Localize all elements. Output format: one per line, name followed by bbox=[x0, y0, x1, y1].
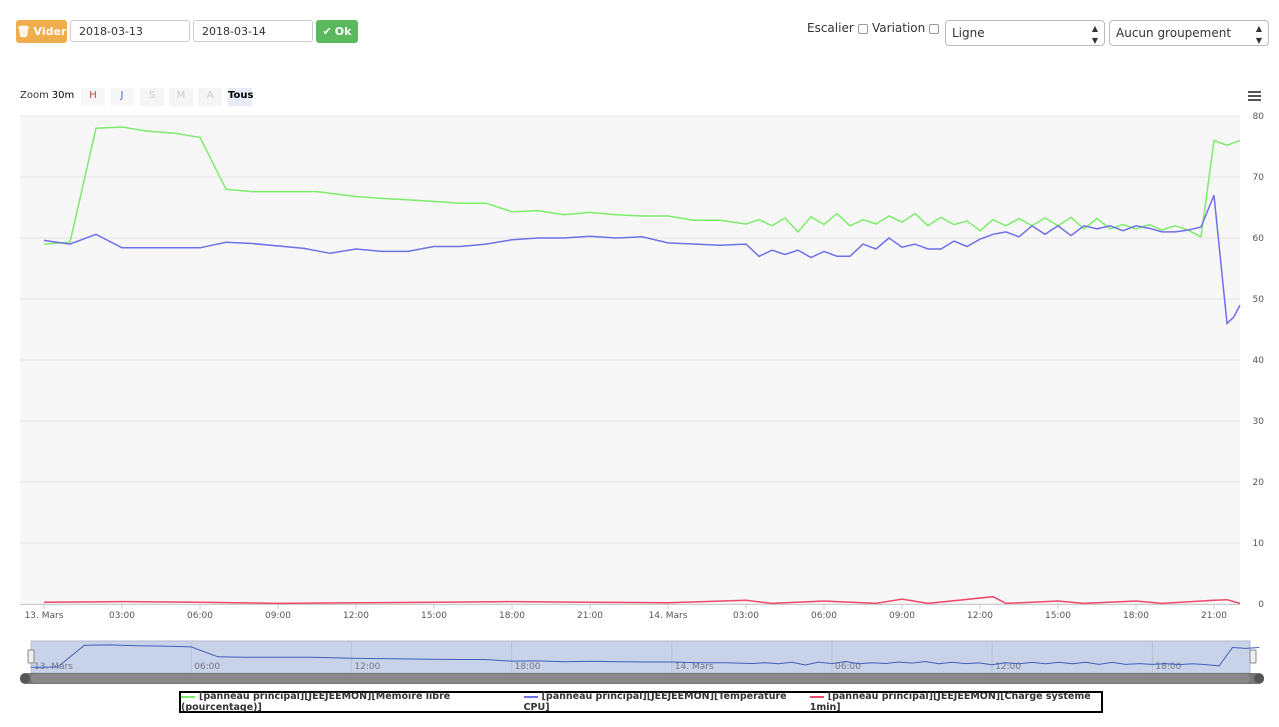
y-tick-label: 0 bbox=[1258, 600, 1264, 610]
x-tick-label: 15:00 bbox=[421, 611, 447, 621]
legend-item[interactable]: [panneau principal][JEEJEEMON][Charge sy… bbox=[809, 691, 1101, 713]
legend-swatch bbox=[523, 695, 538, 698]
legend-item[interactable]: [panneau principal][JEEJEEMON][Températu… bbox=[523, 691, 794, 713]
x-tick-label: 06:00 bbox=[811, 611, 837, 621]
x-tick-label: 14. Mars bbox=[649, 611, 688, 621]
x-tick-label: 13. Mars bbox=[25, 611, 64, 621]
x-tick-label: 18:00 bbox=[499, 611, 525, 621]
legend: [panneau principal][JEEJEEMON][Mémoire l… bbox=[179, 691, 1103, 713]
y-tick-label: 50 bbox=[1253, 295, 1265, 305]
x-tick-label: 15:00 bbox=[1045, 611, 1071, 621]
navigator-label: 06:00 bbox=[194, 662, 220, 672]
x-tick-label: 21:00 bbox=[577, 611, 603, 621]
x-tick-label: 21:00 bbox=[1201, 611, 1227, 621]
navigator-label: 18:00 bbox=[515, 662, 541, 672]
scroll-right-button[interactable] bbox=[1254, 673, 1264, 684]
legend-swatch bbox=[181, 695, 195, 698]
scrollbar-thumb[interactable] bbox=[31, 674, 1250, 683]
y-tick-label: 20 bbox=[1253, 478, 1265, 488]
y-tick-label: 40 bbox=[1253, 356, 1265, 366]
legend-swatch bbox=[809, 695, 824, 698]
x-tick-label: 12:00 bbox=[343, 611, 369, 621]
navigator-handle-right[interactable] bbox=[1249, 649, 1257, 664]
y-tick-label: 60 bbox=[1253, 234, 1265, 244]
y-tick-label: 80 bbox=[1253, 112, 1265, 122]
y-tick-label: 10 bbox=[1253, 539, 1265, 549]
x-tick-label: 09:00 bbox=[265, 611, 291, 621]
x-tick-label: 18:00 bbox=[1123, 611, 1149, 621]
x-tick-label: 03:00 bbox=[109, 611, 135, 621]
navigator-handle-left[interactable] bbox=[27, 649, 35, 664]
chart: 0 10 20 30 40 50 60 70 80 13. Mars 03:00 06:00 09:00… bbox=[20, 112, 1265, 684]
y-tick-label: 30 bbox=[1253, 417, 1265, 427]
legend-item[interactable]: [panneau principal][JEEJEEMON][Mémoire l… bbox=[181, 691, 508, 713]
x-tick-label: 06:00 bbox=[187, 611, 213, 621]
x-tick-label: 03:00 bbox=[733, 611, 759, 621]
navigator-label: 14. Mars bbox=[675, 662, 714, 672]
scroll-left-button[interactable] bbox=[20, 673, 30, 684]
navigator-label: 12:00 bbox=[354, 662, 380, 672]
x-tick-label: 12:00 bbox=[967, 611, 993, 621]
x-tick-label: 09:00 bbox=[889, 611, 915, 621]
y-tick-label: 70 bbox=[1253, 173, 1265, 183]
